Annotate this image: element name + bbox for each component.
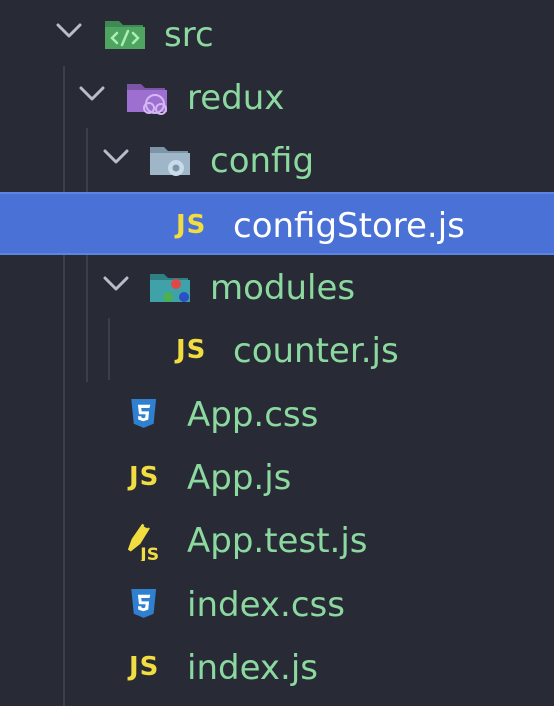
chevron-down-icon[interactable] xyxy=(79,86,105,102)
chevron-down-icon[interactable] xyxy=(103,276,129,292)
file-explorer-tree: src redux config JS configStore.js modul… xyxy=(0,0,554,706)
css-file-icon xyxy=(131,398,157,428)
folder-src-icon xyxy=(105,21,145,49)
tree-label-index-js: index.js xyxy=(187,648,318,688)
tree-row-app-js[interactable]: JS App.js xyxy=(0,446,554,509)
chevron-down-icon[interactable] xyxy=(56,23,82,39)
tree-row-src[interactable]: src xyxy=(0,3,554,66)
tree-row-config[interactable]: config xyxy=(0,129,554,192)
tree-label-configstore: configStore.js xyxy=(233,206,465,246)
tree-row-redux[interactable]: redux xyxy=(0,66,554,129)
tree-label-app-test: App.test.js xyxy=(187,521,368,561)
tree-row-index-js[interactable]: JS index.js xyxy=(0,636,554,699)
chevron-down-icon[interactable] xyxy=(103,149,129,165)
javascript-file-icon: JS xyxy=(129,462,160,492)
javascript-file-icon: JS xyxy=(176,335,207,365)
folder-modules-icon xyxy=(150,274,190,302)
javascript-file-icon: JS xyxy=(176,210,207,240)
tree-label-app-js: App.js xyxy=(187,458,292,498)
tree-row-configstore[interactable]: JS configStore.js xyxy=(0,192,554,255)
tree-row-modules[interactable]: modules xyxy=(0,256,554,319)
svg-text:JS: JS xyxy=(139,545,159,561)
tree-row-app-css[interactable]: App.css xyxy=(0,383,554,446)
tree-label-app-css: App.css xyxy=(187,395,319,435)
tree-label-modules: modules xyxy=(210,268,356,308)
folder-redux-icon xyxy=(127,84,167,115)
tree-row-index-css[interactable]: index.css xyxy=(0,573,554,636)
tree-row-counter[interactable]: JS counter.js xyxy=(0,319,554,382)
tree-label-counter: counter.js xyxy=(233,331,399,371)
tree-label-config: config xyxy=(210,141,315,181)
tree-label-redux: redux xyxy=(187,78,285,118)
tree-label-index-css: index.css xyxy=(187,585,345,625)
tree-label-src: src xyxy=(164,15,214,55)
javascript-file-icon: JS xyxy=(129,652,160,682)
folder-config-icon xyxy=(150,147,190,176)
css-file-icon xyxy=(131,588,157,618)
test-file-icon: JS xyxy=(127,523,159,561)
tree-row-app-test[interactable]: JS App.test.js xyxy=(0,509,554,572)
